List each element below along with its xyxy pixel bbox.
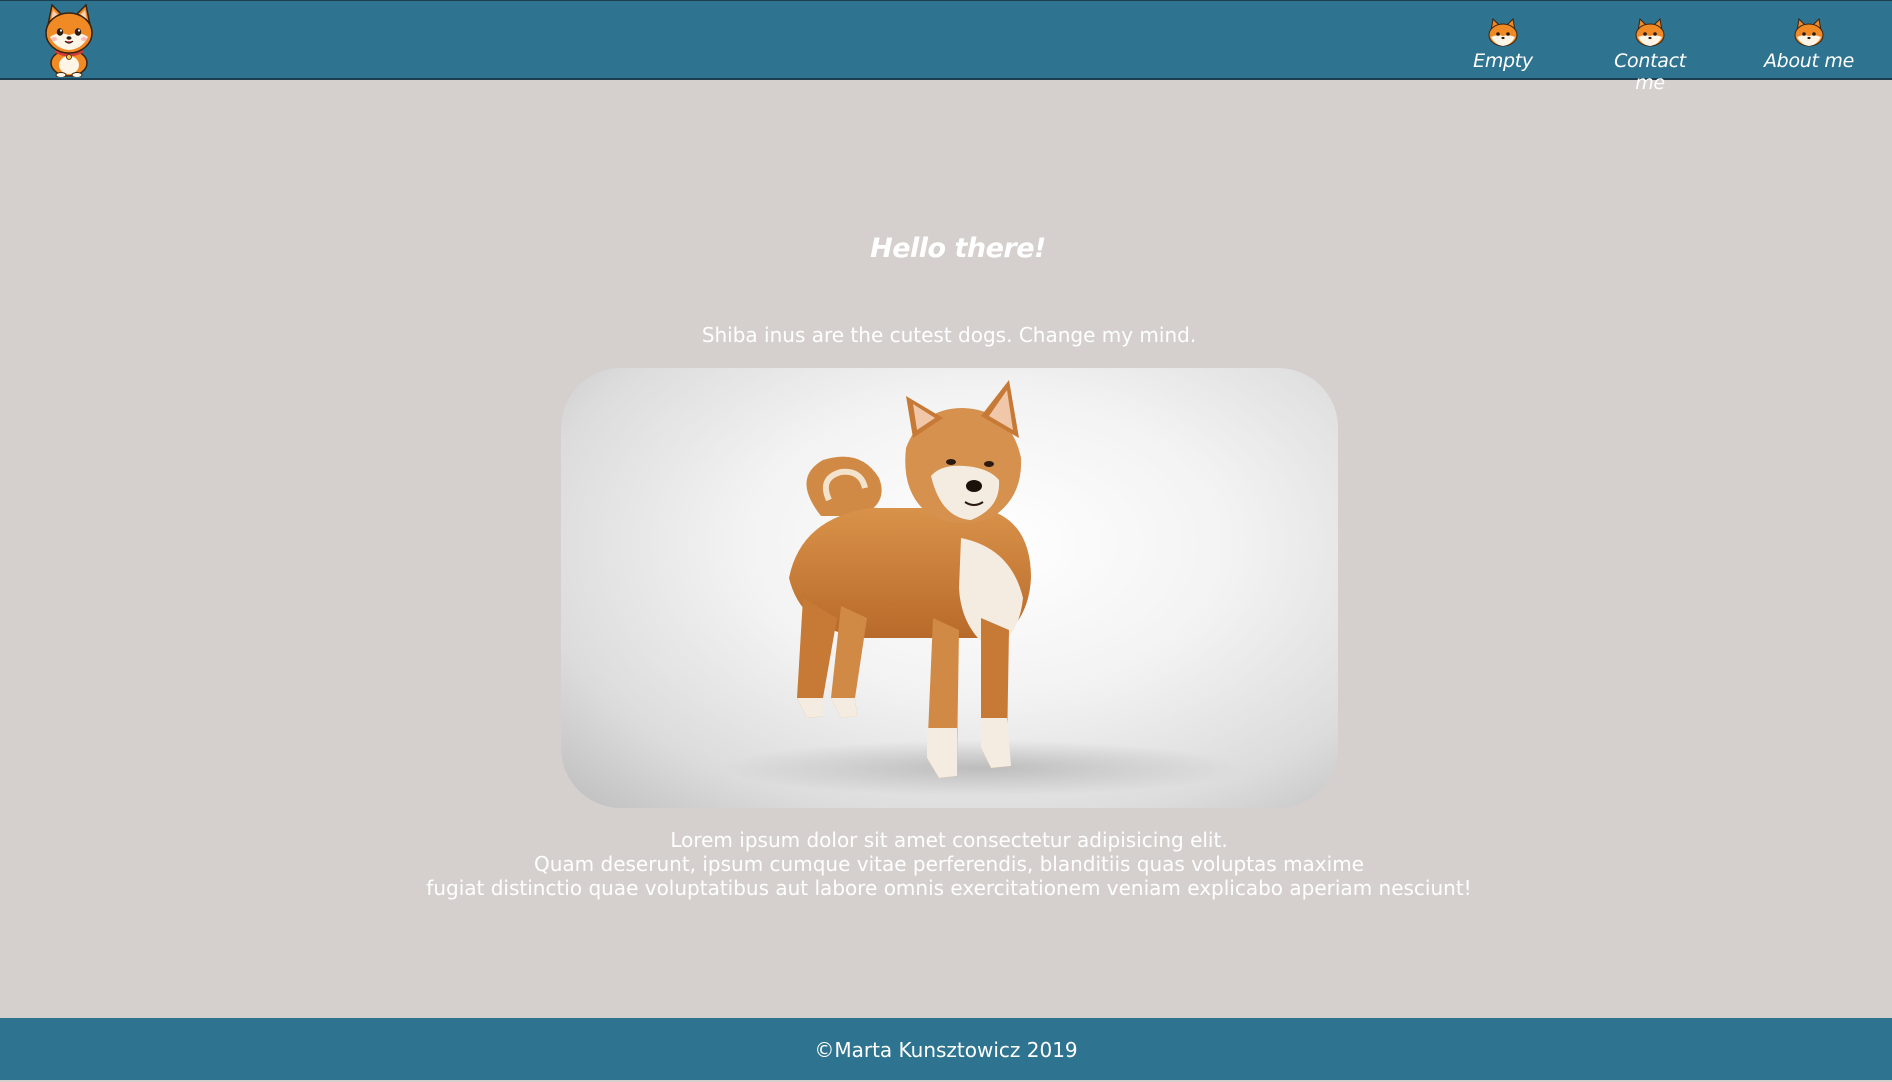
copyright-text: ©Marta Kunsztowicz 2019 [814,1038,1078,1062]
shiba-head-icon [1794,17,1824,47]
shiba-head-icon [1488,17,1518,47]
site-header: Empty Contact me About me [0,0,1892,94]
nav-empty[interactable]: Empty [1468,17,1538,77]
page-title: Hello there! [870,233,1046,264]
nav-contact-me[interactable]: Contact me [1598,17,1702,94]
paragraph-line: fugiat distinctio quae voluptatibus aut … [426,876,1472,900]
page-subtitle: Shiba inus are the cutest dogs. Change m… [701,323,1197,347]
nav-label: Contact me [1614,50,1686,94]
shiba-logo-icon[interactable] [40,3,98,78]
shiba-inu-photo [561,368,1338,808]
shiba-head-icon [1635,17,1665,47]
paragraph-line: Quam deserunt, ipsum cumque vitae perfer… [534,852,1364,876]
paragraph-line: Lorem ipsum dolor sit amet consectetur a… [670,828,1228,852]
site-footer: ©Marta Kunsztowicz 2019 [0,1018,1892,1080]
nav-about-me[interactable]: About me [1762,17,1856,77]
body-paragraph: Lorem ipsum dolor sit amet consectetur a… [0,828,1892,900]
nav-label: Empty [1473,50,1533,72]
nav-label: About me [1763,50,1854,72]
